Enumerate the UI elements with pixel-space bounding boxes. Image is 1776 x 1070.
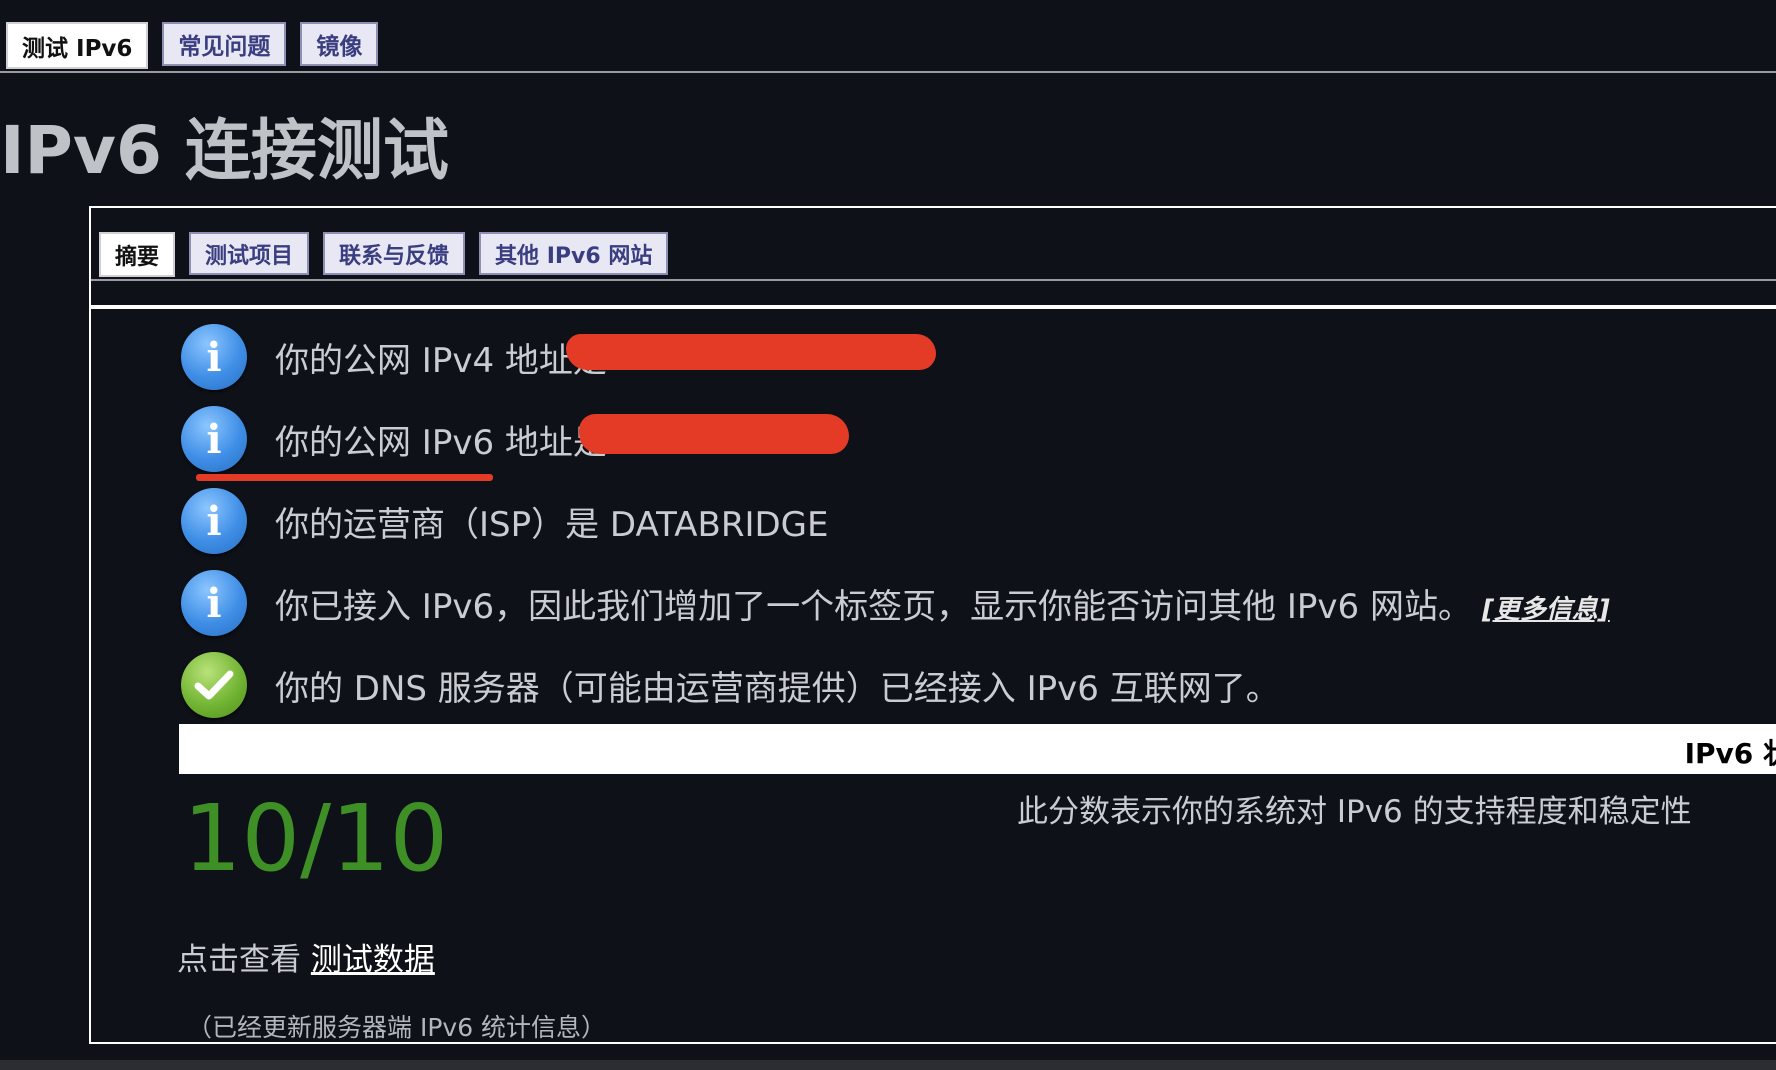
info-text-ipv4: 你的公网 IPv4 地址是	[275, 340, 607, 381]
info-icon: i	[181, 324, 247, 390]
info-list: i 你的公网 IPv4 地址是 i 你的公网 IPv6 地址是 2 i 你的运营…	[181, 316, 1610, 726]
info-text-ipv6-tab-message: 你已接入 IPv6，因此我们增加了一个标签页，显示你能否访问其他 IPv6 网站…	[275, 586, 1472, 627]
info-text-ipv6-tab: 你已接入 IPv6，因此我们增加了一个标签页，显示你能否访问其他 IPv6 网站…	[275, 579, 1610, 628]
tab-summary[interactable]: 摘要	[99, 232, 176, 277]
redaction-mark	[566, 334, 936, 370]
inner-tab-bar: 摘要 测试项目 联系与反馈 其他 IPv6 网站	[99, 232, 669, 277]
test-data-link[interactable]: 测试数据	[311, 942, 435, 978]
info-item-isp: i 你的运营商（ISP）是 DATABRIDGE	[181, 480, 1610, 562]
info-icon: i	[181, 488, 247, 554]
tab-contact-feedback[interactable]: 联系与反馈	[323, 232, 466, 275]
view-data-prefix: 点击查看	[177, 942, 301, 978]
info-icon: i	[181, 570, 247, 636]
score-header-bar: IPv6 状	[179, 724, 1776, 774]
page-title: IPv6 连接测试	[0, 112, 449, 189]
tab-faq[interactable]: 常见问题	[162, 22, 287, 66]
info-text-dns: 你的 DNS 服务器（可能由运营商提供）已经接入 IPv6 互联网了。	[275, 668, 1280, 709]
update-note: （已经更新服务器端 IPv6 统计信息）	[187, 1013, 607, 1042]
info-item-dns: 你的 DNS 服务器（可能由运营商提供）已经接入 IPv6 互联网了。	[181, 644, 1610, 726]
score-header-title: IPv6 状	[1684, 737, 1776, 770]
checkmark-icon	[181, 652, 247, 718]
ipv6-score: 10/10	[183, 785, 449, 892]
page-root: 测试 IPv6 常见问题 镜像 IPv6 连接测试 摘要 测试项目 联系与反馈 …	[0, 0, 1776, 1070]
info-item-ipv6-tab: i 你已接入 IPv6，因此我们增加了一个标签页，显示你能否访问其他 IPv6 …	[181, 562, 1610, 644]
summary-panel: 摘要 测试项目 联系与反馈 其他 IPv6 网站 i 你的公网 IPv4 地址是…	[89, 206, 1776, 1044]
info-item-ipv6: i 你的公网 IPv6 地址是 2	[181, 398, 1610, 481]
content-top-border	[91, 305, 1776, 309]
top-tab-bar: 测试 IPv6 常见问题 镜像	[6, 22, 379, 69]
tab-mirrors[interactable]: 镜像	[300, 22, 379, 66]
redaction-mark	[579, 414, 849, 454]
score-description: 此分数表示你的系统对 IPv6 的支持程度和稳定性	[1017, 794, 1692, 830]
info-text-isp: 你的运营商（ISP）是 DATABRIDGE	[275, 504, 829, 545]
tab-test-ipv6[interactable]: 测试 IPv6	[6, 22, 149, 69]
info-icon: i	[181, 406, 247, 472]
tab-test-items[interactable]: 测试项目	[189, 232, 310, 275]
inner-tab-divider	[91, 279, 1776, 281]
bottom-edge	[0, 1060, 1776, 1070]
tab-other-ipv6-sites[interactable]: 其他 IPv6 网站	[479, 232, 669, 275]
top-divider	[0, 71, 1776, 73]
view-test-data: 点击查看 测试数据	[177, 934, 435, 979]
more-info-link[interactable]: [更多信息]	[1482, 595, 1610, 625]
info-item-ipv4: i 你的公网 IPv4 地址是	[181, 316, 1610, 398]
